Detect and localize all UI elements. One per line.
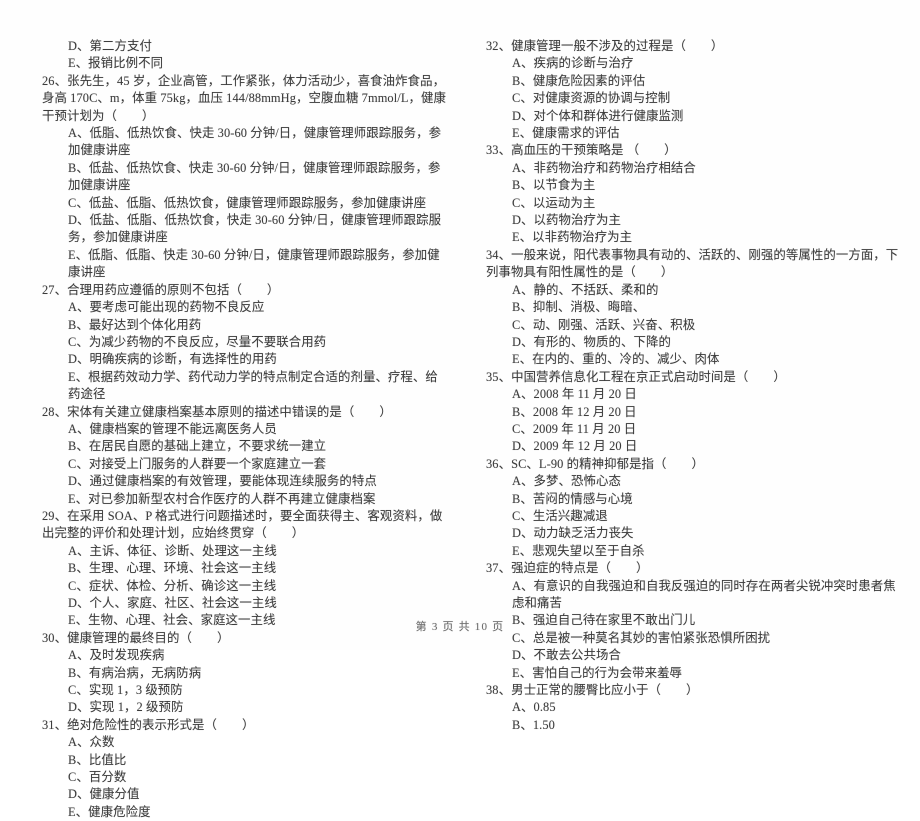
option-line: A、多梦、恐怖心态 [512, 474, 621, 489]
question-stem: 28、宋体有关建立健康档案基本原则的描述中错误的是（ ） [42, 404, 392, 419]
option-line: B、低盐、低热饮食、快走 30-60 分钟/日，健康管理师跟踪服务，参加健康讲座 [68, 160, 441, 193]
option-line: C、以运动为主 [512, 195, 596, 210]
option-line: A、0.85 [512, 700, 556, 715]
option-line: C、为减少药物的不良反应，尽量不要联合用药 [68, 334, 327, 349]
option-line: B、以节食为主 [512, 178, 596, 193]
option-line: A、2008 年 11 月 20 日 [512, 387, 637, 402]
option-line: E、悲观失望以至于自杀 [512, 543, 645, 558]
option-line: C、实现 1，3 级预防 [68, 683, 183, 698]
option-line: E、健康需求的评估 [512, 126, 620, 141]
option-line: B、健康危险因素的评估 [512, 73, 646, 88]
option-line: D、以药物治疗为主 [512, 213, 621, 228]
option-line: D、对个体和群体进行健康监测 [512, 108, 684, 123]
question-32: 32、健康管理一般不涉及的过程是（ ） A、疾病的诊断与治疗 B、健康危险因素的… [486, 38, 900, 142]
option-line: C、生活兴趣减退 [512, 508, 608, 523]
option-line: D、实现 1，2 级预防 [68, 700, 184, 715]
option-line: E、报销比例不同 [68, 56, 164, 71]
option-line: C、对接受上门服务的人群要一个家庭建立一套 [68, 456, 327, 471]
option-line: D、有形的、物质的、下降的 [512, 334, 671, 349]
page-footer: 第 3 页 共 10 页 [415, 621, 505, 633]
right-column: 32、健康管理一般不涉及的过程是（ ） A、疾病的诊断与治疗 B、健康危险因素的… [460, 38, 920, 732]
option-line: C、2009 年 11 月 20 日 [512, 421, 637, 436]
question-27: 27、合理用药应遵循的原则不包括（ ） A、要考虑可能出现的药物不良反应 B、最… [42, 282, 446, 404]
option-line: D、明确疾病的诊断，有选择性的用药 [68, 352, 277, 367]
option-line: C、症状、体检、分析、确诊这一主线 [68, 578, 277, 593]
question-35: 35、中国营养信息化工程在京正式启动时间是（ ） A、2008 年 11 月 2… [486, 369, 900, 456]
question-stem: 33、高血压的干预策略是 （ ） [486, 143, 677, 158]
option-line: B、2008 年 12 月 20 日 [512, 404, 637, 419]
question-stem: 37、强迫症的特点是（ ） [486, 561, 649, 576]
option-line: E、健康危险度 [68, 804, 151, 819]
option-line: C、百分数 [68, 770, 127, 785]
question-stem: 29、在采用 SOA、P 格式进行问题描述时，要全面获得主、客观资料，做出完整的… [42, 508, 443, 541]
option-line: C、动、刚强、活跃、兴奋、积极 [512, 317, 696, 332]
question-stem: 32、健康管理一般不涉及的过程是（ ） [486, 39, 724, 53]
question-stem: 34、一般来说，阳代表事物具有动的、活跃的、刚强的等属性的一方面，下列事物具有阳… [486, 247, 899, 280]
question-34: 34、一般来说，阳代表事物具有动的、活跃的、刚强的等属性的一方面，下列事物具有阳… [486, 247, 900, 369]
option-line: B、在居民自愿的基础上建立，不要求统一建立 [68, 439, 327, 454]
option-line: D、第二方支付 [68, 39, 152, 53]
option-line: A、疾病的诊断与治疗 [512, 56, 634, 71]
option-line: B、比值比 [68, 752, 127, 767]
question-38: 38、男士正常的腰臀比应小于（ ） A、0.85 B、1.50 [486, 682, 900, 734]
left-column: D、第二方支付 E、报销比例不同 26、张先生，45 岁，企业高管，工作紧张，体… [0, 38, 460, 819]
option-line: B、生理、心理、环境、社会这一主线 [68, 561, 277, 576]
question-26: 26、张先生，45 岁，企业高管，工作紧张，体力活动少，喜食油炸食品，身高 17… [42, 73, 446, 282]
option-line: E、对已参加新型农村合作医疗的人群不再建立健康档案 [68, 491, 376, 506]
question-29: 29、在采用 SOA、P 格式进行问题描述时，要全面获得主、客观资料，做出完整的… [42, 508, 446, 630]
question-stem: 27、合理用药应遵循的原则不包括（ ） [42, 282, 280, 297]
option-line: B、苦闷的情感与心境 [512, 491, 633, 506]
option-line: D、健康分值 [68, 787, 140, 802]
option-line: D、2009 年 12 月 20 日 [512, 439, 638, 454]
two-column-body: D、第二方支付 E、报销比例不同 26、张先生，45 岁，企业高管，工作紧张，体… [0, 38, 920, 819]
question-28: 28、宋体有关建立健康档案基本原则的描述中错误的是（ ） A、健康档案的管理不能… [42, 404, 446, 508]
option-line: B、抑制、消极、晦暗、 [512, 300, 646, 315]
option-line: E、根据药效动力学、药代动力学的特点制定合适的剂量、疗程、给药途径 [68, 369, 438, 402]
option-line: D、动力缺乏活力丧失 [512, 526, 634, 541]
option-line: B、有病治病，无病防病 [68, 665, 202, 680]
option-line: E、在内的、重的、冷的、减少、肉体 [512, 352, 720, 367]
option-line: A、静的、不括跃、柔和的 [512, 282, 659, 297]
option-line: A、主诉、体征、诊断、处理这一主线 [68, 543, 277, 558]
question-stem: 36、SC、L-90 的精神抑郁是指（ ） [486, 456, 705, 471]
option-line: E、害怕自己的行为会带来羞辱 [512, 665, 683, 680]
option-line: D、通过健康档案的有效管理，要能体现连续服务的特点 [68, 474, 377, 489]
option-line: A、非药物治疗和药物治疗相结合 [512, 160, 696, 175]
option-line: A、健康档案的管理不能远离医务人员 [68, 421, 277, 436]
question-stem: 38、男士正常的腰臀比应小于（ ） [486, 683, 699, 698]
question-stem: 35、中国营养信息化工程在京正式启动时间是（ ） [486, 369, 786, 384]
option-line: A、低脂、低热饮食、快走 30-60 分钟/日，健康管理师跟踪服务，参加健康讲座 [68, 126, 442, 158]
option-line: A、要考虑可能出现的药物不良反应 [68, 300, 265, 315]
option-line: D、低盐、低脂、低热饮食，快走 30-60 分钟/日，健康管理师跟踪服务，参加健… [68, 213, 442, 245]
option-line: E、低脂、低脂、快走 30-60 分钟/日，健康管理师跟踪服务，参加健康讲座 [68, 247, 440, 280]
question-stem: 31、绝对危险性的表示形式是（ ） [42, 717, 255, 732]
option-line: B、1.50 [512, 717, 555, 732]
option-line: E、以非药物治疗为主 [512, 230, 633, 245]
option-line: A、众数 [68, 735, 115, 750]
option-line: C、低盐、低脂、低热饮食，健康管理师跟踪服务，参加健康讲座 [68, 195, 427, 210]
question-33: 33、高血压的干预策略是 （ ） A、非药物治疗和药物治疗相结合 B、以节食为主… [486, 142, 900, 246]
question-36: 36、SC、L-90 的精神抑郁是指（ ） A、多梦、恐怖心态 B、苦闷的情感与… [486, 456, 900, 560]
question-stem: 26、张先生，45 岁，企业高管，工作紧张，体力活动少，喜食油炸食品，身高 17… [42, 73, 446, 123]
orphan-options-block: D、第二方支付 E、报销比例不同 [42, 38, 446, 73]
option-line: B、最好达到个体化用药 [68, 317, 202, 332]
option-line: D、个人、家庭、社区、社会这一主线 [68, 596, 277, 610]
question-30: 30、健康管理的最终目的（ ） A、及时发现疾病 B、有病治病，无病防病 C、实… [42, 630, 446, 717]
question-31: 31、绝对危险性的表示形式是（ ） A、众数 B、比值比 C、百分数 D、健康分… [42, 717, 446, 821]
option-line: A、有意识的自我强迫和自我反强迫的同时存在两者尖锐冲突时患者焦虑和痛苦 [512, 578, 896, 610]
option-line: C、对健康资源的协调与控制 [512, 91, 671, 106]
exam-page: D、第二方支付 E、报销比例不同 26、张先生，45 岁，企业高管，工作紧张，体… [0, 0, 920, 819]
